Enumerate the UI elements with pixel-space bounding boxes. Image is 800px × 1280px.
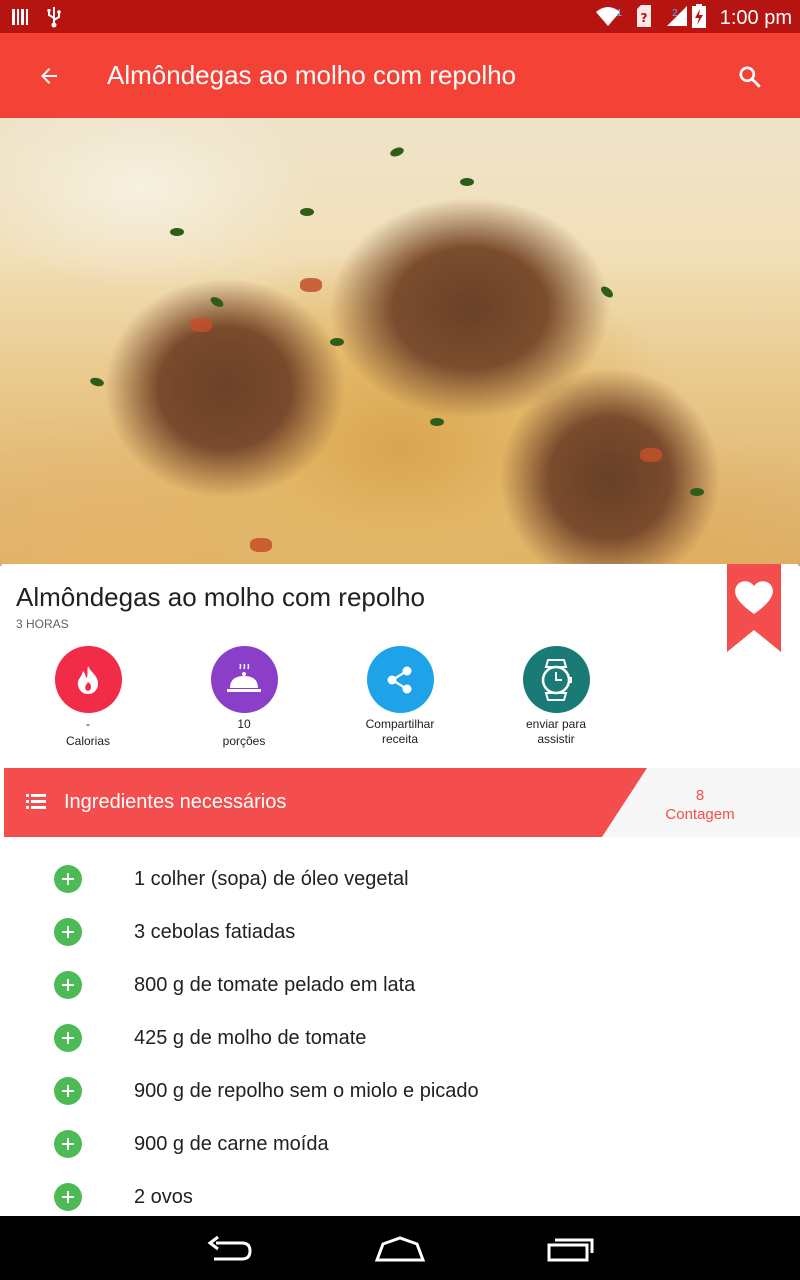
plus-icon <box>62 1085 74 1097</box>
ingredient-text: 800 g de tomate pelado em lata <box>134 974 416 996</box>
plate-highlight <box>0 118 320 288</box>
herb-garnish <box>430 418 444 426</box>
calories-label: Calorias <box>65 734 110 748</box>
add-ingredient-button[interactable] <box>54 1183 82 1211</box>
share-text-1: Compartilhar <box>365 717 435 731</box>
plus-icon <box>62 873 74 885</box>
herb-garnish <box>389 145 405 159</box>
recipe-actions: - Calorias 10 porções Compartilhar recei… <box>2 646 798 756</box>
plus-icon <box>62 1191 74 1203</box>
recipe-time: 3 HORAS <box>16 617 69 631</box>
arrow-back-icon <box>41 68 57 84</box>
tomato-piece <box>300 278 322 292</box>
watch-text-1: enviar para <box>525 717 587 731</box>
herb-garnish <box>460 178 474 186</box>
share-action[interactable]: Compartilhar receita <box>335 646 465 747</box>
list-item: 1 colher (sopa) de óleo vegetal <box>2 837 798 893</box>
servings-label: porções <box>222 734 266 748</box>
list-item: 900 g de repolho sem o miolo e picado <box>2 1049 798 1105</box>
nav-back-button[interactable] <box>200 1232 260 1266</box>
herb-garnish <box>89 376 105 388</box>
share-icon <box>387 666 412 693</box>
ingredient-text: 900 g de carne moída <box>134 1133 329 1155</box>
add-ingredient-button[interactable] <box>54 865 82 893</box>
ingredient-text: 1 colher (sopa) de óleo vegetal <box>134 868 409 890</box>
send-to-watch-action[interactable]: enviar para assistir <box>491 646 621 747</box>
favorite-button[interactable] <box>727 564 781 652</box>
ingredient-text: 425 g de molho de tomate <box>134 1027 367 1049</box>
ingredients-count-label: Contagem <box>665 806 735 823</box>
search-icon <box>739 66 761 88</box>
herb-garnish <box>690 488 704 496</box>
list-item: 425 g de molho de tomate <box>2 996 798 1052</box>
add-ingredient-button[interactable] <box>54 1077 82 1105</box>
search-button[interactable] <box>730 57 770 97</box>
herb-garnish <box>208 295 226 309</box>
list-item: 800 g de tomate pelado em lata <box>2 943 798 999</box>
app-bar-title: Almôndegas ao molho com repolho <box>107 60 517 90</box>
system-nav-bar <box>0 1216 800 1280</box>
list-icon <box>26 792 50 812</box>
clock: 1:00 pm <box>719 7 792 29</box>
usb-icon <box>46 6 62 33</box>
back-nav-icon <box>207 1235 252 1261</box>
status-bar: 1 ? 2 1:00 pm <box>0 0 800 33</box>
ingredient-text: 900 g de repolho sem o miolo e picado <box>134 1080 479 1102</box>
servings-action[interactable]: 10 porções <box>179 646 309 749</box>
nav-home-button[interactable] <box>370 1232 430 1266</box>
back-button[interactable] <box>30 57 68 95</box>
app-bar: Almôndegas ao molho com repolho <box>0 33 800 118</box>
plus-icon <box>62 1138 74 1150</box>
herb-garnish <box>330 338 344 346</box>
herb-garnish <box>170 228 184 236</box>
flame-icon <box>77 665 99 694</box>
list-item: 2 ovos <box>2 1155 798 1211</box>
plus-icon <box>62 1032 74 1044</box>
home-nav-icon <box>374 1236 426 1262</box>
battery-charging-icon <box>691 4 706 33</box>
tomato-piece <box>640 448 662 462</box>
ingredient-text: 3 cebolas fatiadas <box>134 921 296 943</box>
nav-recents-button[interactable] <box>540 1232 600 1266</box>
list-item: 900 g de carne moída <box>2 1102 798 1158</box>
recipe-photo <box>0 118 800 566</box>
sim2-badge: 2 <box>672 8 678 19</box>
calories-value: - <box>86 717 90 731</box>
list-item: 3 cebolas fatiadas <box>2 890 798 946</box>
calories-action[interactable]: - Calorias <box>23 646 153 749</box>
add-ingredient-button[interactable] <box>54 1024 82 1052</box>
herb-garnish <box>599 284 615 300</box>
tomato-piece <box>190 318 212 332</box>
ingredients-count: 8 Contagem <box>648 786 752 824</box>
ingredients-count-value: 8 <box>695 787 705 804</box>
watch-text-2: assistir <box>537 732 575 746</box>
food-cloche-icon <box>227 663 261 692</box>
tomato-piece <box>250 538 272 552</box>
calories-circle <box>54 646 122 713</box>
add-ingredient-button[interactable] <box>54 918 82 946</box>
sim-unknown-icon: ? <box>636 5 652 32</box>
share-circle <box>366 646 434 713</box>
ingredients-header-label: Ingredientes necessários <box>64 791 287 813</box>
recipe-card: Almôndegas ao molho com repolho 3 HORAS … <box>2 564 800 1220</box>
recipe-title: Almôndegas ao molho com repolho <box>16 582 426 612</box>
plus-icon <box>62 926 74 938</box>
plus-icon <box>62 979 74 991</box>
barcode-icon <box>12 8 30 31</box>
servings-circle <box>210 646 278 713</box>
svg-text:?: ? <box>641 11 648 25</box>
herb-garnish <box>300 208 314 216</box>
share-text-2: receita <box>381 732 419 746</box>
sim1-badge: 1 <box>616 8 623 19</box>
watch-icon <box>541 658 572 701</box>
add-ingredient-button[interactable] <box>54 971 82 999</box>
ingredients-list: 1 colher (sopa) de óleo vegetal 3 cebola… <box>2 837 798 1211</box>
watch-circle <box>522 646 590 713</box>
servings-value: 10 <box>237 717 251 731</box>
recents-nav-icon <box>547 1238 594 1262</box>
heart-bookmark-icon <box>727 564 781 652</box>
ingredient-text: 2 ovos <box>134 1186 193 1208</box>
ingredients-header: Ingredientes necessários 8 Contagem <box>4 768 800 837</box>
add-ingredient-button[interactable] <box>54 1130 82 1158</box>
